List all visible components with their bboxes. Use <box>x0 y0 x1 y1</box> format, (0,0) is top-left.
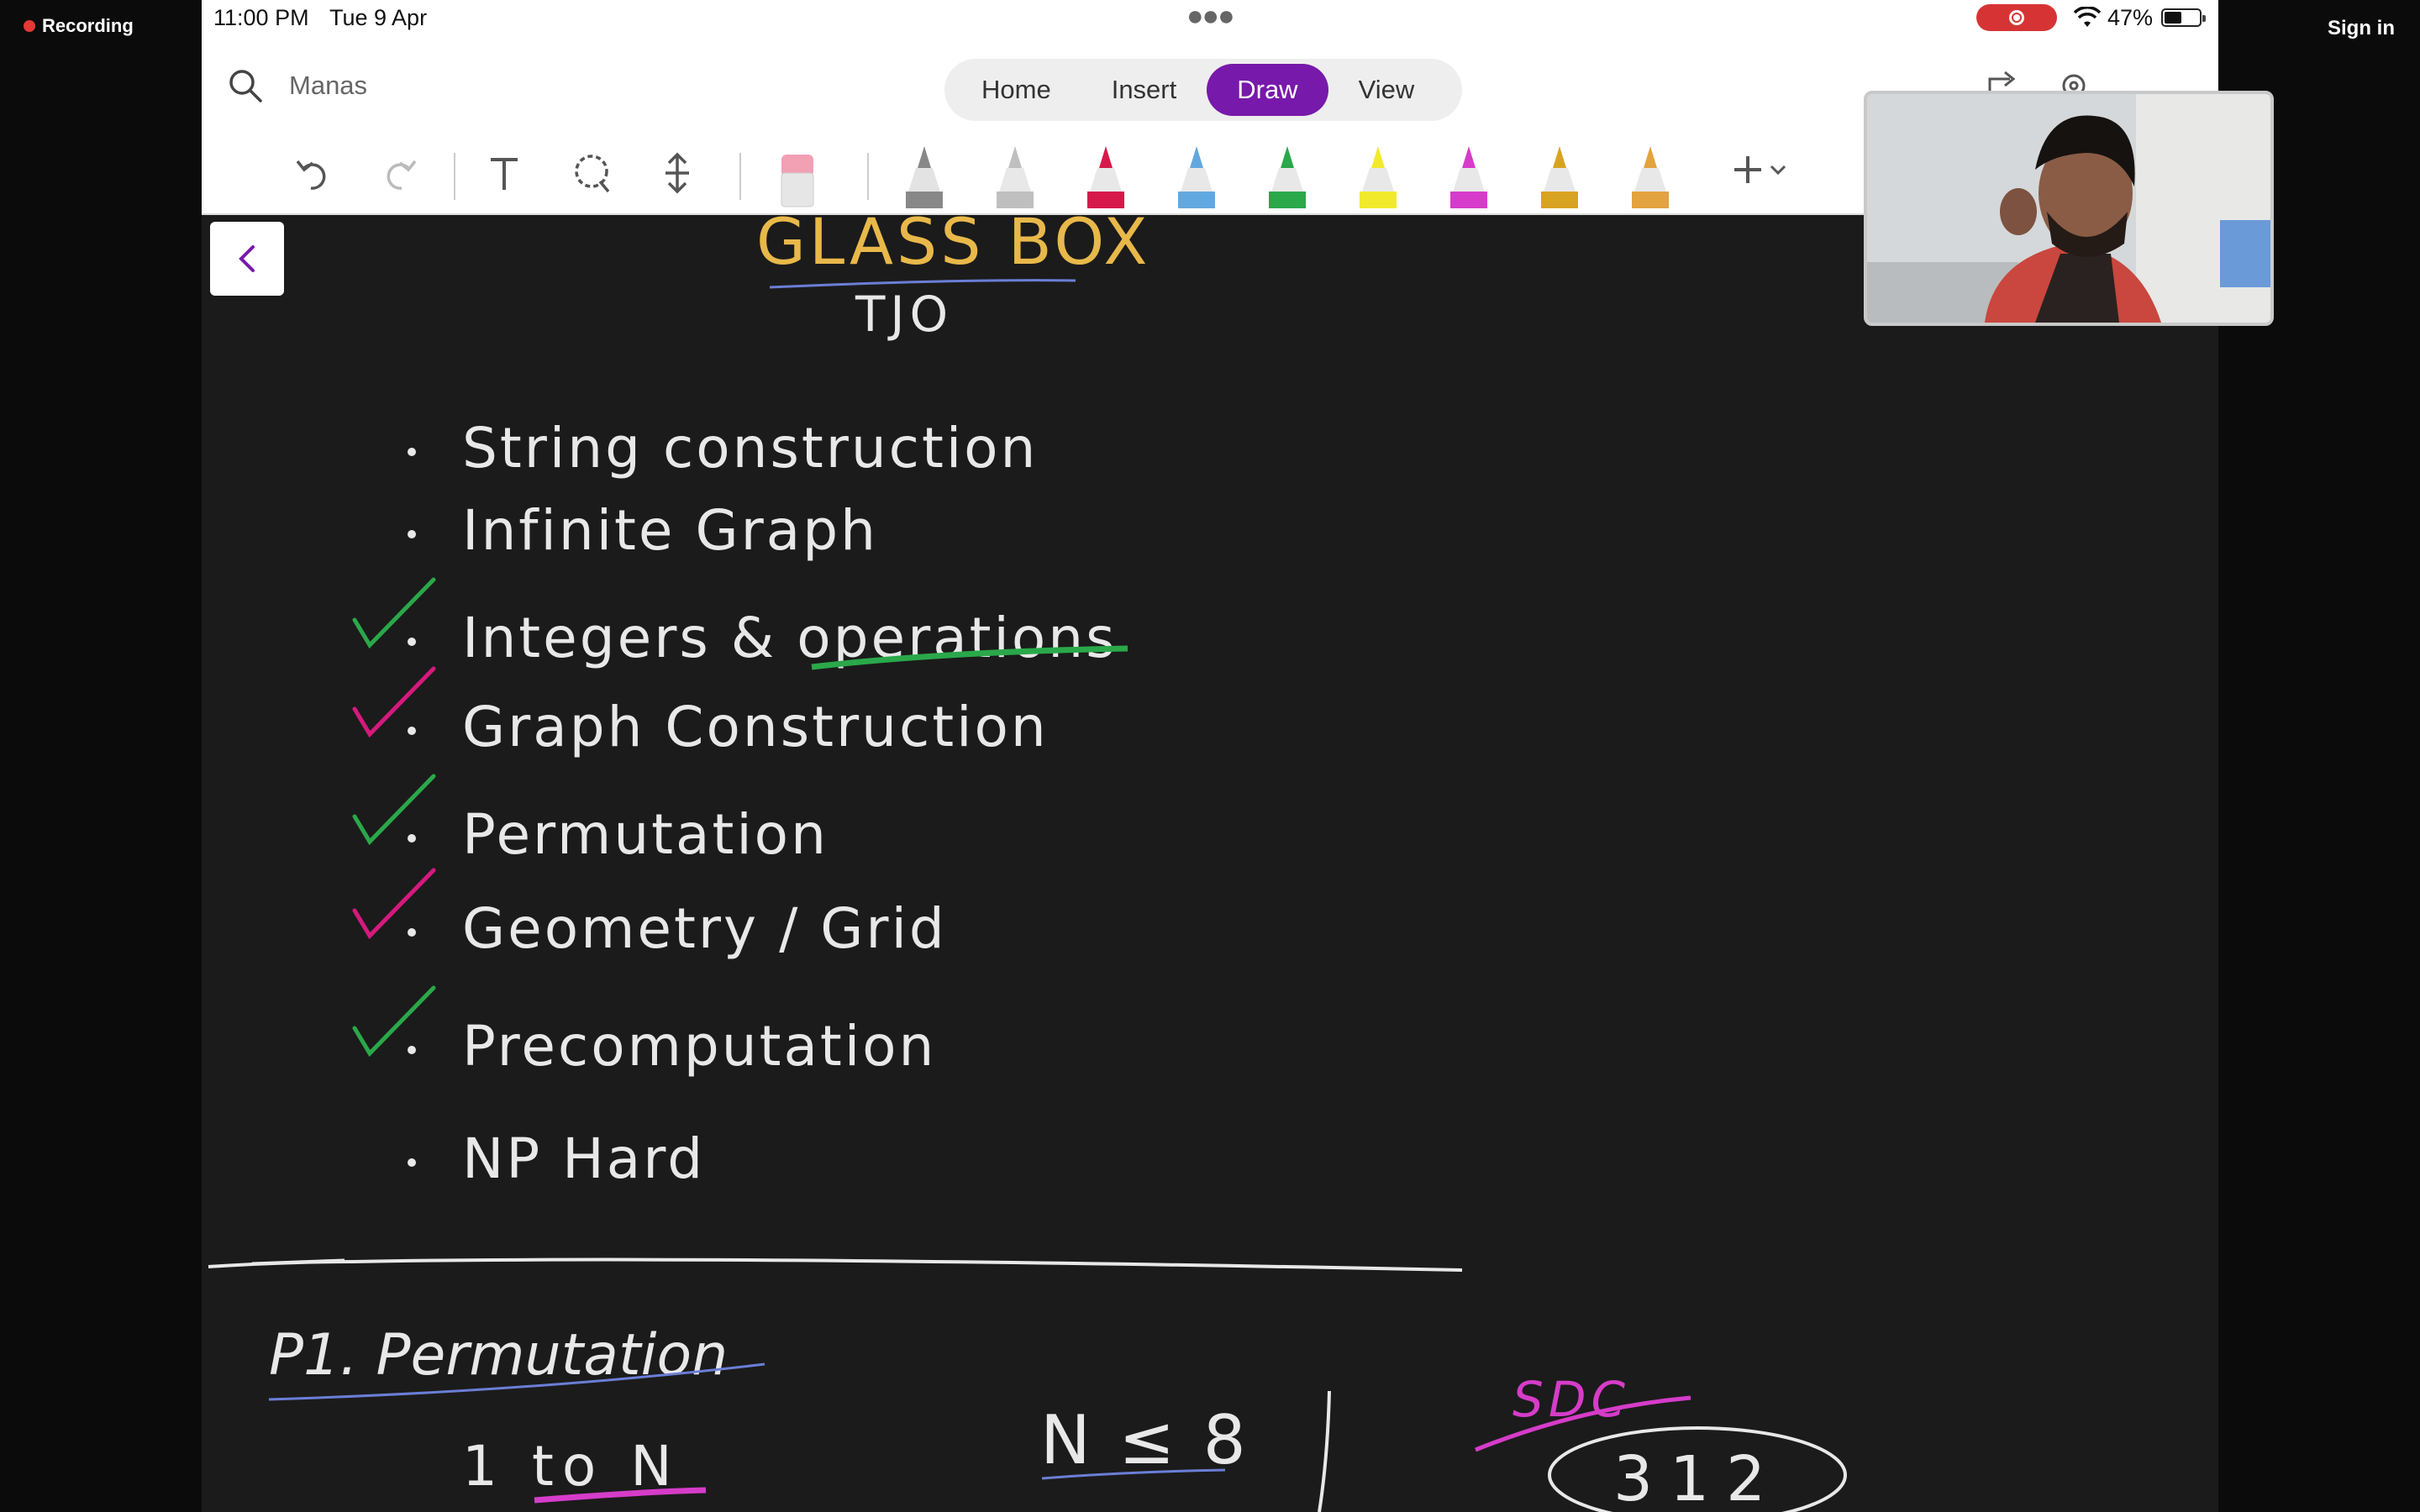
status-date: Tue 9 Apr <box>329 5 428 30</box>
insert-space-icon[interactable] <box>660 148 694 198</box>
topic-item: Permutation <box>462 802 829 867</box>
range-text: 1 to N <box>462 1434 681 1499</box>
notebook-name: Manas <box>289 71 368 100</box>
recording-label: Recording <box>42 15 134 36</box>
tab-draw[interactable]: Draw <box>1207 64 1328 116</box>
separator-stroke <box>1318 1390 1331 1512</box>
circled-number: 312 <box>1613 1443 1782 1512</box>
status-bar: 11:00 PM Tue 9 Apr ●●● 47% <box>202 0 2218 37</box>
bullet-dot <box>408 928 416 937</box>
bullet-dot <box>408 1158 416 1167</box>
topic-item: Graph Construction <box>462 695 1049 759</box>
participant-video[interactable] <box>1864 91 2274 326</box>
toolbar-divider <box>454 153 455 200</box>
bullet-dot <box>408 448 416 456</box>
pen-icon[interactable] <box>1632 146 1669 208</box>
note-canvas[interactable]: GLASS BOX TJO String construction Infinit… <box>202 215 2218 1512</box>
record-dot-icon <box>24 20 35 32</box>
checkmark-icon <box>352 774 436 846</box>
pen-icon[interactable] <box>1541 146 1578 208</box>
bullet-dot <box>408 1046 416 1054</box>
pen-icon[interactable] <box>1269 146 1306 208</box>
ribbon-tabs: Home Insert Draw View <box>944 59 1462 121</box>
battery-icon <box>2161 8 2206 27</box>
chevron-down-icon[interactable] <box>1770 165 1786 176</box>
pen-icon[interactable] <box>997 146 1034 208</box>
recording-indicator: Recording <box>24 15 134 37</box>
tab-home[interactable]: Home <box>951 64 1081 116</box>
bullet-dot <box>408 834 416 843</box>
topic-item: NP Hard <box>462 1126 705 1191</box>
note-subtitle: TJO <box>855 286 953 343</box>
checkmark-icon <box>352 868 436 940</box>
multitask-dots-icon[interactable]: ●●● <box>1186 0 1235 33</box>
presenter-video-frame <box>1867 94 2270 323</box>
checkmark-icon <box>352 577 436 649</box>
bullet-dot <box>408 638 416 646</box>
sign-in-button[interactable]: Sign in <box>2328 17 2395 40</box>
screen-record-pill[interactable] <box>1976 4 2057 31</box>
wifi-icon <box>2074 7 2101 27</box>
pen-icon[interactable] <box>1178 146 1215 208</box>
undo-icon[interactable] <box>292 148 334 198</box>
ink-layer: GLASS BOX TJO String construction Infinit… <box>208 215 1847 1512</box>
topic-item: Precomputation <box>462 1014 936 1079</box>
problem-heading: P1. Permutation <box>269 1322 728 1389</box>
search-icon[interactable] <box>227 67 264 104</box>
bullet-dot <box>408 727 416 735</box>
tab-view[interactable]: View <box>1328 64 1445 116</box>
topic-item: String construction <box>462 416 1038 480</box>
constraint-text: N ≤ 8 <box>1040 1401 1249 1479</box>
note-title: GLASS BOX <box>756 215 1150 279</box>
search-area[interactable]: Manas <box>227 67 367 104</box>
toolbar-divider <box>739 153 741 200</box>
settings-gear-icon[interactable] <box>2055 67 2092 92</box>
pen-icon[interactable] <box>1450 146 1487 208</box>
status-time: 11:00 PM <box>213 5 309 30</box>
topic-list: String construction Infinite Graph Integer… <box>352 416 1128 1191</box>
checkmark-icon <box>352 985 436 1058</box>
checkmark-icon <box>352 666 436 738</box>
topic-item: Infinite Graph <box>462 498 878 563</box>
toolbar-divider <box>867 153 869 200</box>
tab-insert[interactable]: Insert <box>1081 64 1207 116</box>
highlighter-icon[interactable] <box>1360 146 1397 208</box>
text-icon[interactable] <box>486 148 523 198</box>
add-pen-icon[interactable] <box>1734 156 1761 183</box>
topic-item: Geometry / Grid <box>462 896 947 961</box>
battery-percent: 47% <box>2107 5 2154 30</box>
top-right-icons <box>1985 67 2092 92</box>
section-divider <box>208 1257 1463 1272</box>
bullet-dot <box>408 530 416 538</box>
pen-icon[interactable] <box>906 146 943 208</box>
eraser-icon[interactable] <box>776 148 818 208</box>
redo-icon[interactable] <box>378 148 420 198</box>
record-icon <box>2009 10 2024 25</box>
lasso-icon[interactable] <box>571 148 613 198</box>
pen-icon[interactable] <box>1087 146 1124 208</box>
share-icon[interactable] <box>1985 67 2022 92</box>
topic-item: Integers & operations <box>462 606 1118 670</box>
